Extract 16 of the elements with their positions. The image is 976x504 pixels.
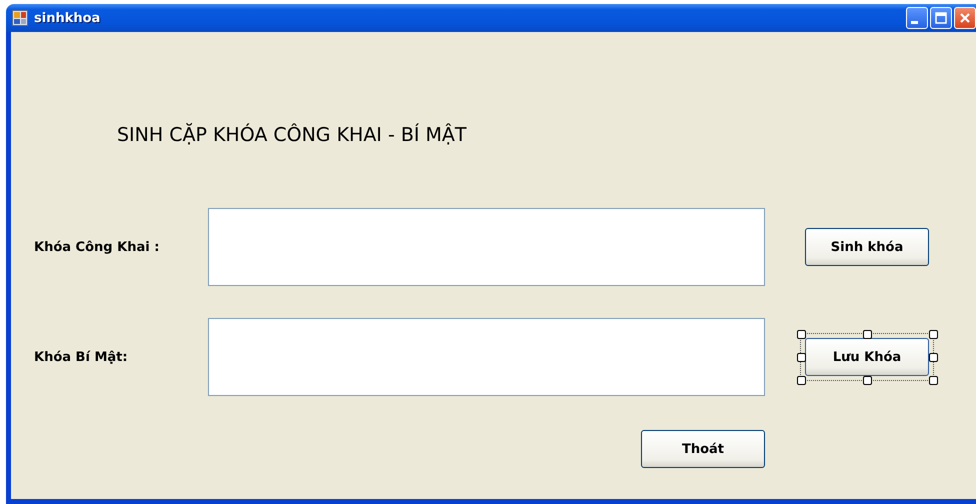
form-button[interactable]: Lưu Khóa [805, 338, 929, 376]
form-heading: SINH CẶP KHÓA CÔNG KHAI - BÍ MẬT [117, 124, 468, 146]
minimize-button[interactable] [906, 7, 928, 29]
maximize-icon [934, 11, 948, 25]
field-label: Khóa Công Khai : [34, 240, 160, 254]
text-field[interactable] [208, 318, 765, 396]
maximize-button[interactable] [930, 7, 952, 29]
exit-button[interactable]: Thoát [641, 430, 765, 468]
close-button[interactable] [954, 7, 976, 29]
close-icon [958, 11, 972, 25]
window-title: sinhkhoa [34, 10, 100, 26]
app-icon [12, 10, 28, 26]
minimize-icon [910, 21, 918, 24]
field-label: Khóa Bí Mật: [34, 350, 129, 364]
form-button[interactable]: Sinh khóa [805, 228, 929, 266]
text-field[interactable] [208, 208, 765, 286]
